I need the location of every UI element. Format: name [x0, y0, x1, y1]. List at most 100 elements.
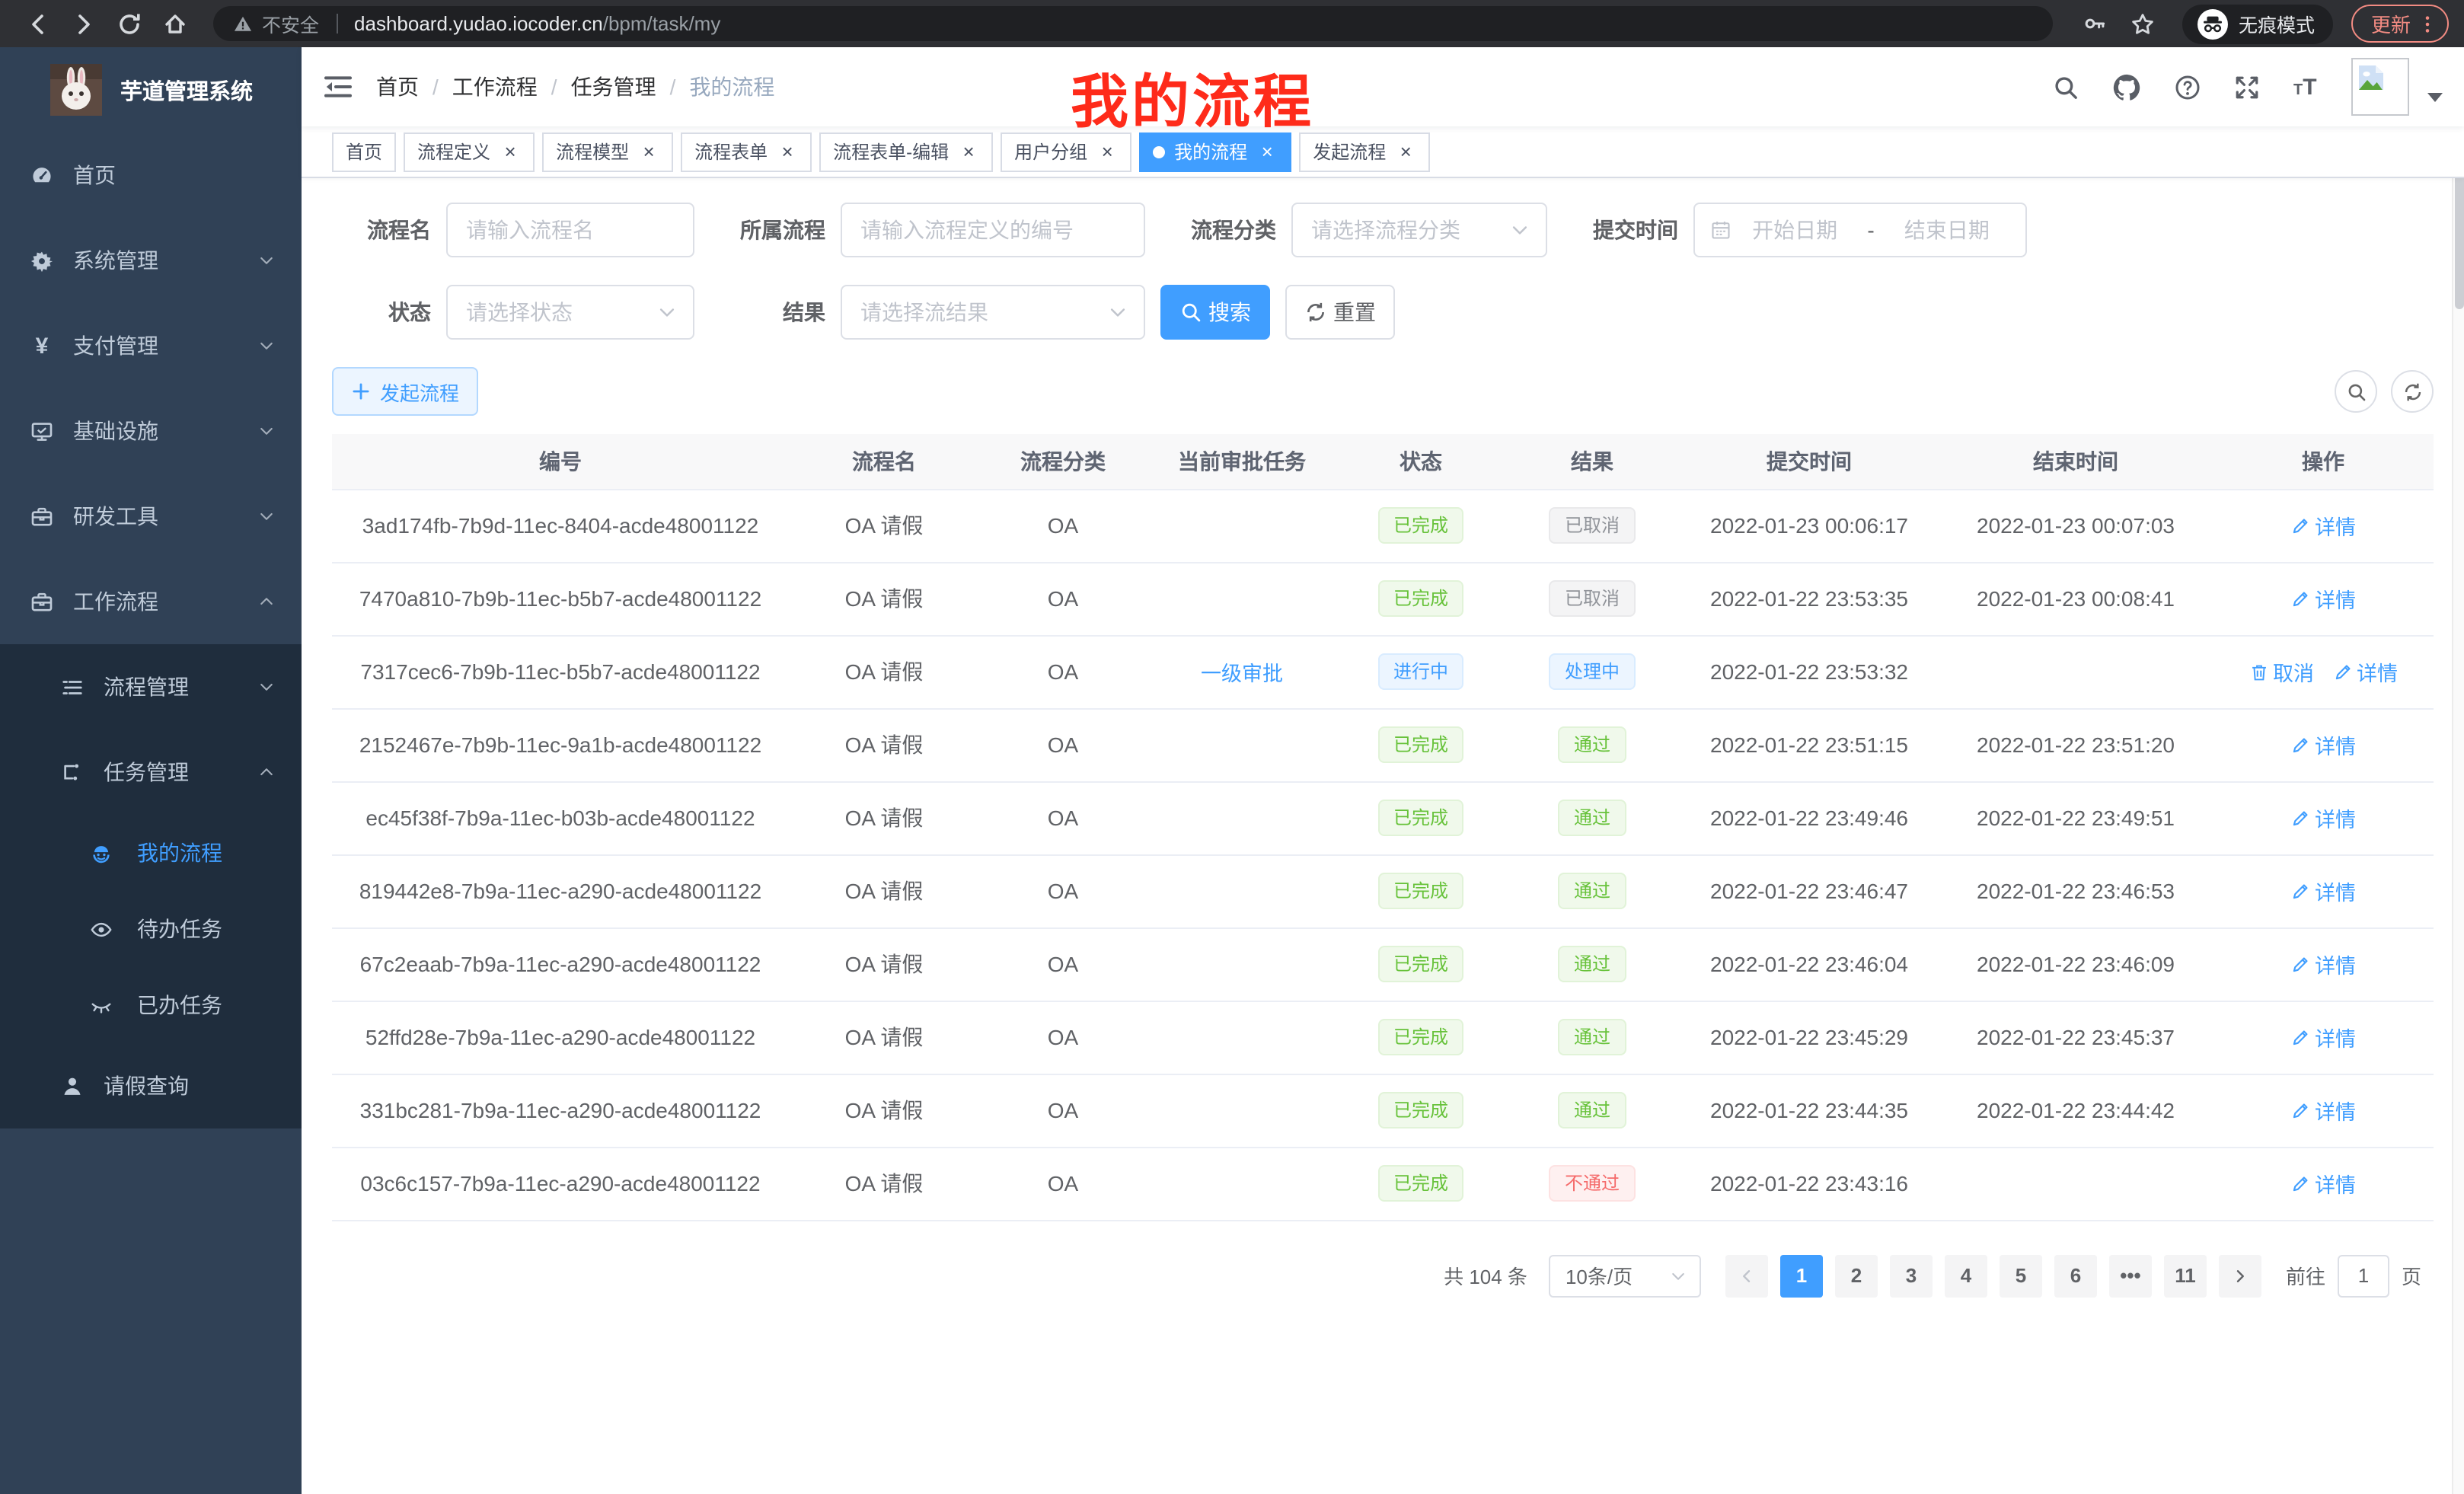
- breadcrumb-item[interactable]: 任务管理: [571, 72, 656, 102]
- sidebar-item-label: 首页: [73, 160, 116, 190]
- next-page-button[interactable]: [2219, 1254, 2261, 1297]
- filter-label-time: 提交时间: [1584, 215, 1678, 245]
- detail-button[interactable]: 详情: [2290, 583, 2356, 614]
- close-icon[interactable]: ×: [958, 141, 979, 162]
- page-button-4[interactable]: 4: [1945, 1254, 1987, 1297]
- category-select[interactable]: 请选择流程分类: [1291, 203, 1547, 257]
- sidebar-item-任务管理[interactable]: 任务管理: [0, 729, 302, 815]
- tab-流程表单[interactable]: 流程表单×: [681, 132, 812, 171]
- sidebar-item-已办任务[interactable]: 已办任务: [0, 967, 302, 1043]
- browser-menu-icon[interactable]: [2417, 13, 2438, 34]
- sidebar-item-待办任务[interactable]: 待办任务: [0, 891, 302, 967]
- close-icon[interactable]: ×: [1395, 141, 1416, 162]
- close-icon[interactable]: ×: [777, 141, 798, 162]
- detail-button[interactable]: 详情: [2290, 803, 2356, 833]
- tab-首页[interactable]: 首页: [332, 132, 396, 171]
- help-icon[interactable]: [2175, 74, 2201, 100]
- cell-end-time: 2022-01-22 23:46:53: [1939, 854, 2213, 927]
- breadcrumb-separator: /: [551, 75, 557, 99]
- page-size-select[interactable]: 10条/页: [1549, 1254, 1701, 1297]
- page-button-6[interactable]: 6: [2054, 1254, 2097, 1297]
- tab-发起流程[interactable]: 发起流程×: [1299, 132, 1430, 171]
- goto-page-input[interactable]: [2338, 1254, 2389, 1297]
- page-button-11[interactable]: 11: [2164, 1254, 2207, 1297]
- sidebar-item-支付管理[interactable]: ¥支付管理: [0, 303, 302, 388]
- bookmark-star-icon[interactable]: [2130, 11, 2155, 36]
- cancel-button[interactable]: 取消: [2249, 656, 2314, 687]
- search-icon[interactable]: [2053, 74, 2079, 100]
- detail-button[interactable]: 详情: [2290, 1095, 2356, 1125]
- dashboard-icon: [30, 164, 53, 187]
- forward-icon[interactable]: [72, 11, 96, 36]
- sidebar-item-首页[interactable]: 首页: [0, 132, 302, 218]
- chevron-down-icon[interactable]: [2427, 93, 2443, 102]
- current-task-link[interactable]: 一级审批: [1201, 656, 1283, 687]
- chevron-down-icon: [1509, 219, 1530, 241]
- sidebar-item-我的流程[interactable]: 我的流程: [0, 815, 302, 891]
- sidebar-item-研发工具[interactable]: 研发工具: [0, 474, 302, 559]
- status-select[interactable]: 请选择状态: [446, 285, 694, 340]
- github-icon[interactable]: [2112, 72, 2141, 101]
- page-button-5[interactable]: 5: [2000, 1254, 2042, 1297]
- detail-button[interactable]: 详情: [2290, 1168, 2356, 1199]
- result-select[interactable]: 请选择流结果: [841, 285, 1145, 340]
- reload-icon[interactable]: [117, 11, 142, 36]
- breadcrumb: 首页/ 工作流程/ 任务管理/ 我的流程: [376, 72, 774, 102]
- detail-button[interactable]: 详情: [2290, 729, 2356, 760]
- detail-button[interactable]: 详情: [2290, 510, 2356, 541]
- tab-流程模型[interactable]: 流程模型×: [542, 132, 673, 171]
- page-button-2[interactable]: 2: [1835, 1254, 1878, 1297]
- page-button-1[interactable]: 1: [1780, 1254, 1823, 1297]
- eye-icon: [90, 918, 113, 940]
- create-process-button[interactable]: 发起流程: [332, 367, 478, 416]
- close-icon[interactable]: ×: [638, 141, 659, 162]
- cell-id: 52ffd28e-7b9a-11ec-a290-acde48001122: [332, 1001, 789, 1074]
- process-name-input[interactable]: [448, 218, 693, 242]
- fullscreen-icon[interactable]: [2234, 74, 2260, 100]
- cell-process-name: OA 请假: [789, 1001, 979, 1074]
- search-icon: [2346, 381, 2366, 401]
- search-button[interactable]: 搜索: [1160, 285, 1270, 340]
- home-icon[interactable]: [163, 11, 187, 36]
- scrollbar[interactable]: [2452, 47, 2464, 1494]
- sidebar-item-系统管理[interactable]: 系统管理: [0, 218, 302, 303]
- breadcrumb-item[interactable]: 工作流程: [452, 72, 538, 102]
- detail-button[interactable]: 详情: [2290, 949, 2356, 979]
- detail-button[interactable]: 详情: [2290, 876, 2356, 906]
- chrome-update-button[interactable]: 更新: [2351, 5, 2449, 43]
- font-size-icon[interactable]: TT: [2293, 74, 2319, 100]
- detail-button[interactable]: 详情: [2290, 1022, 2356, 1052]
- sidebar-item-流程管理[interactable]: 流程管理: [0, 644, 302, 729]
- sidebar-item-请假查询[interactable]: 请假查询: [0, 1043, 302, 1128]
- cell-current-task: [1147, 708, 1337, 781]
- detail-button[interactable]: 详情: [2332, 656, 2398, 687]
- close-icon[interactable]: ×: [1096, 141, 1118, 162]
- close-icon[interactable]: ×: [500, 141, 521, 162]
- cell-current-task: [1147, 1147, 1337, 1220]
- sidebar-item-工作流程[interactable]: 工作流程: [0, 559, 302, 644]
- avatar[interactable]: [2351, 58, 2409, 116]
- app-brand[interactable]: 芋道管理系统: [0, 47, 302, 132]
- close-icon[interactable]: ×: [1256, 141, 1278, 162]
- annotation-overlay: 我的流程: [1071, 55, 1314, 139]
- password-key-icon[interactable]: [2083, 12, 2106, 35]
- tab-流程定义[interactable]: 流程定义×: [404, 132, 535, 171]
- refresh-table-button[interactable]: [2391, 370, 2434, 413]
- column-header: 当前审批任务: [1147, 434, 1337, 489]
- sidebar-item-基础设施[interactable]: 基础设施: [0, 388, 302, 474]
- edit-icon: [2290, 516, 2310, 535]
- page-button-3[interactable]: 3: [1890, 1254, 1933, 1297]
- cell-process-name: OA 请假: [789, 489, 979, 562]
- process-definition-input[interactable]: [842, 218, 1144, 242]
- reset-button[interactable]: 重置: [1285, 285, 1395, 340]
- toggle-search-button[interactable]: [2335, 370, 2377, 413]
- cell-status: 已完成: [1337, 1074, 1505, 1147]
- address-bar[interactable]: 不安全 dashboard.yudao.iocoder.cn/bpm/task/…: [213, 6, 2053, 41]
- back-icon[interactable]: [26, 11, 50, 36]
- breadcrumb-item[interactable]: 首页: [376, 72, 419, 102]
- delete-icon: [2249, 662, 2268, 682]
- tab-流程表单-编辑[interactable]: 流程表单-编辑×: [819, 132, 993, 171]
- cell-result: 处理中: [1505, 635, 1680, 708]
- date-range-picker[interactable]: 开始日期 - 结束日期: [1693, 203, 2027, 257]
- hamburger-icon[interactable]: [324, 75, 352, 99]
